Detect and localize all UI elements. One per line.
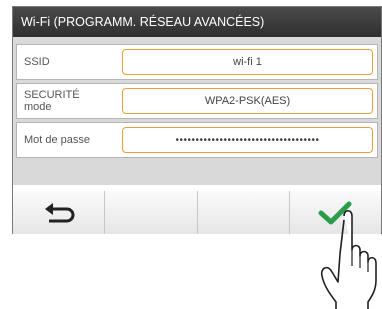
pointing-hand-icon bbox=[320, 209, 377, 309]
wifi-settings-panel: Wi-Fi (PROGRAMM. RÉSEAU AVANCÉES) SSID w… bbox=[12, 6, 382, 234]
page-title: Wi-Fi (PROGRAMM. RÉSEAU AVANCÉES) bbox=[13, 7, 381, 37]
ssid-row: SSID wi-fi 1 bbox=[16, 44, 378, 80]
toolbar-button-3[interactable] bbox=[197, 191, 290, 234]
password-row: Mot de passe •••••••••••••••••••••••••••… bbox=[16, 122, 378, 158]
security-mode-label: SECURITÉ mode bbox=[24, 89, 80, 113]
back-arrow-icon bbox=[44, 202, 75, 222]
toolbar-button-2[interactable] bbox=[105, 191, 198, 234]
security-mode-row: SECURITÉ mode WPA2-PSK(AES) bbox=[16, 83, 378, 119]
security-mode-field[interactable]: WPA2-PSK(AES) bbox=[122, 88, 373, 114]
ssid-label: SSID bbox=[24, 56, 50, 68]
back-button[interactable] bbox=[13, 191, 106, 234]
settings-list: SSID wi-fi 1 SECURITÉ mode WPA2-PSK(AES)… bbox=[13, 37, 381, 185]
password-label: Mot de passe bbox=[24, 134, 91, 146]
password-field[interactable]: •••••••••••••••••••••••••••••••••••• bbox=[122, 127, 373, 153]
ssid-field[interactable]: wi-fi 1 bbox=[122, 49, 373, 75]
